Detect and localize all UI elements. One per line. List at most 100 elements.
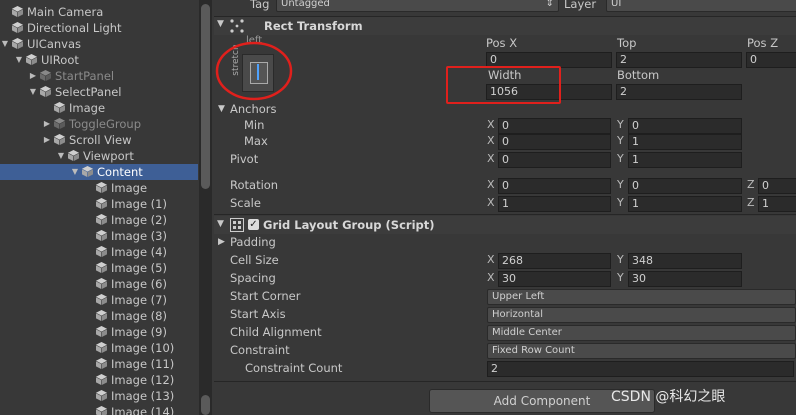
top-label: Top	[617, 36, 637, 50]
cell-size-x[interactable]: 268	[498, 253, 611, 269]
hierarchy-item[interactable]: Image (7)	[0, 292, 198, 308]
rect-transform-header[interactable]: ▼ Rect Transform	[214, 17, 796, 35]
hierarchy-item[interactable]: ▼ UICanvas	[0, 36, 198, 52]
hierarchy-item-label: Image	[111, 181, 148, 195]
hierarchy-item[interactable]: ▼ SelectPanel	[0, 84, 198, 100]
gameobject-icon	[12, 38, 23, 49]
collapsed-arrow-icon[interactable]: ▶	[42, 116, 52, 132]
gameobject-icon	[96, 406, 107, 415]
hierarchy-item-label: Image (6)	[111, 277, 167, 291]
scale-x[interactable]: 1	[498, 196, 611, 212]
expand-arrow-icon[interactable]: ▼	[0, 36, 10, 52]
hierarchy-item[interactable]: Image (8)	[0, 308, 198, 324]
hierarchy-item[interactable]: Directional Light	[0, 20, 198, 36]
hierarchy-item[interactable]: Image (11)	[0, 356, 198, 372]
hierarchy-item[interactable]: ▶ StartPanel	[0, 68, 198, 84]
hierarchy-item[interactable]: Image (12)	[0, 372, 198, 388]
foldout-arrow-icon[interactable]: ▼	[217, 19, 224, 29]
pivot-x[interactable]: 0	[498, 152, 611, 168]
hierarchy-item[interactable]: ▼ Viewport	[0, 148, 198, 164]
grid-layout-icon	[230, 218, 244, 232]
constraint-dropdown[interactable]: Fixed Row Count	[487, 343, 796, 359]
hierarchy-item[interactable]: Image (10)	[0, 340, 198, 356]
collapsed-arrow-icon[interactable]: ▶	[28, 68, 38, 84]
start-corner-dropdown[interactable]: Upper Left	[487, 289, 796, 305]
start-axis-dropdown[interactable]: Horizontal	[487, 307, 796, 323]
collapsed-arrow-icon[interactable]: ▶	[42, 132, 52, 148]
anchor-max-x[interactable]: 0	[498, 134, 611, 150]
padding-foldout-icon[interactable]: ▶	[218, 237, 225, 247]
gameobject-icon	[96, 326, 107, 337]
layer-dropdown[interactable]: UI	[606, 0, 796, 12]
hierarchy-item[interactable]: Image (2)	[0, 212, 198, 228]
foldout-arrow-icon[interactable]: ▼	[217, 219, 224, 229]
child-alignment-dropdown[interactable]: Middle Center	[487, 325, 796, 341]
rotation-x[interactable]: 0	[498, 178, 611, 194]
hierarchy-scrollbar[interactable]	[199, 0, 212, 415]
constraint-count-field[interactable]: 2	[487, 361, 794, 377]
watermark: CSDN @科幻之眼	[611, 389, 726, 405]
gameobject-icon	[96, 374, 107, 385]
constraint-count-label: Constraint Count	[245, 361, 343, 375]
cell-size-y[interactable]: 348	[628, 253, 742, 269]
posx-label: Pos X	[486, 36, 518, 50]
hierarchy-item[interactable]: Image (1)	[0, 196, 198, 212]
hierarchy-item-label: Image (13)	[111, 389, 175, 403]
spacing-x[interactable]: 30	[498, 271, 611, 287]
hierarchy-item[interactable]: Image	[0, 180, 198, 196]
tag-dropdown[interactable]: Untagged ⇕	[276, 0, 559, 12]
max-label: Max	[244, 134, 268, 148]
hierarchy-item[interactable]: Image	[0, 100, 198, 116]
hierarchy-item[interactable]: Main Camera	[0, 4, 198, 20]
hierarchy-item[interactable]: Image (14)	[0, 404, 198, 415]
anchor-max-y[interactable]: 1	[628, 134, 742, 150]
anchor-min-y[interactable]: 0	[628, 118, 742, 134]
rot-z-axis: Z	[747, 178, 755, 191]
hierarchy-item[interactable]: Image (3)	[0, 228, 198, 244]
hierarchy-item[interactable]: Image (4)	[0, 244, 198, 260]
grid-layout-header[interactable]: ▼ ✓ Grid Layout Group (Script)	[214, 216, 796, 234]
hierarchy-item[interactable]: Image (9)	[0, 324, 198, 340]
expand-arrow-icon[interactable]: ▼	[14, 52, 24, 68]
min-x-axis: X	[487, 118, 495, 131]
scale-z[interactable]: 1	[758, 196, 796, 212]
layer-label: Layer	[564, 0, 597, 11]
pivot-y-axis: Y	[617, 152, 624, 165]
hierarchy-item[interactable]: Image (6)	[0, 276, 198, 292]
hierarchy-item[interactable]: ▼ Content	[0, 164, 198, 180]
rotation-z[interactable]: 0	[758, 178, 796, 194]
max-x-axis: X	[487, 134, 495, 147]
scale-z-axis: Z	[747, 196, 755, 209]
gameobject-icon	[26, 54, 37, 65]
scale-y[interactable]: 1	[628, 196, 742, 212]
scale-x-axis: X	[487, 196, 495, 209]
anchor-min-x[interactable]: 0	[498, 118, 611, 134]
hierarchy-item[interactable]: ▼ UIRoot	[0, 52, 198, 68]
rotation-y[interactable]: 0	[628, 178, 742, 194]
hierarchy-item[interactable]: Image (5)	[0, 260, 198, 276]
expand-arrow-icon[interactable]: ▼	[56, 148, 66, 164]
gameobject-icon	[96, 294, 107, 305]
hierarchy-item-label: Scroll View	[69, 133, 132, 147]
scrollbar-thumb-lower[interactable]	[201, 395, 210, 415]
spacing-y[interactable]: 30	[628, 271, 742, 287]
hierarchy-item[interactable]: ▶ ToggleGroup	[0, 116, 198, 132]
scrollbar-thumb[interactable]	[201, 4, 210, 189]
hierarchy-item-label: SelectPanel	[55, 85, 122, 99]
hierarchy-item[interactable]: Image (13)	[0, 388, 198, 404]
posz-field[interactable]: 0	[746, 52, 796, 68]
max-y-axis: Y	[617, 134, 624, 147]
top-field[interactable]: 2	[616, 52, 742, 68]
tag-value: Untagged	[281, 0, 330, 9]
bottom-field[interactable]: 2	[616, 84, 742, 100]
gameobject-icon	[96, 358, 107, 369]
enabled-checkbox[interactable]: ✓	[248, 219, 259, 230]
expand-arrow-icon[interactable]: ▼	[70, 164, 80, 180]
hierarchy-item-label: Image (1)	[111, 197, 167, 211]
hierarchy-item-label: Content	[97, 165, 143, 179]
hierarchy-item[interactable]: ▶ Scroll View	[0, 132, 198, 148]
gameobject-icon	[96, 278, 107, 289]
pivot-y[interactable]: 1	[628, 152, 742, 168]
anchors-foldout-icon[interactable]: ▼	[218, 104, 225, 114]
expand-arrow-icon[interactable]: ▼	[28, 84, 38, 100]
